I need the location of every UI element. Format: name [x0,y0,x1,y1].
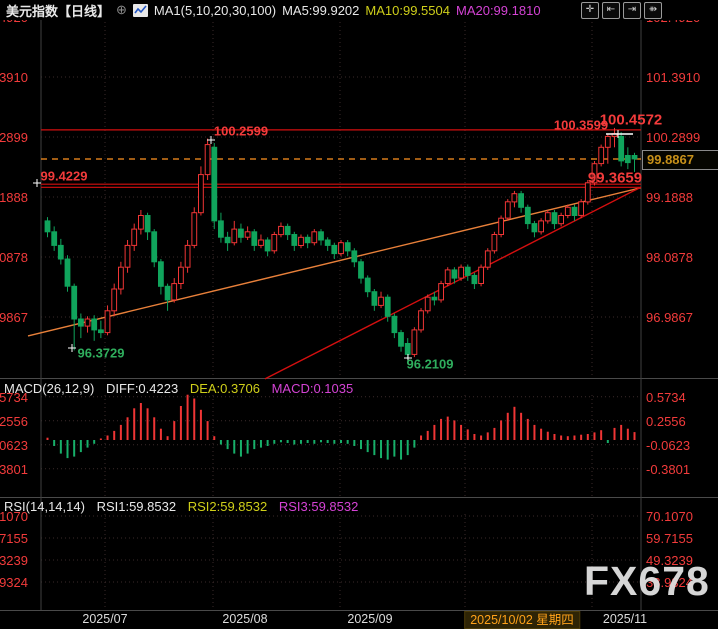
rsi-axis-label: 59.7155 [646,531,693,546]
rsi-axis-label-left: 38.9324 [0,575,28,590]
price-axis-label: 98.0878 [646,250,693,265]
price-annotation: 96.2109 [406,356,454,372]
time-label: 2025/08 [222,612,268,626]
price-annotation: 96.3729 [77,345,125,361]
price-axis-label-left: 98.0878 [0,250,28,265]
candles [44,127,638,360]
rsi-axis-label-left: 49.3239 [0,553,28,568]
rsi-axis-label: 70.1070 [646,509,693,524]
rsi3-value: RSI3:59.8532 [278,499,359,514]
macd-axis-label: 0.5734 [646,390,686,405]
chart-canvas[interactable] [0,0,718,629]
time-axis: 2025/07 2025/08 2025/09 2025/11 2025/10/… [0,611,718,629]
price-axis-label-left: 99.1888 [0,190,28,205]
rsi2-value: RSI2:59.8532 [187,499,268,514]
macd-axis-label: -0.3801 [646,462,691,477]
macd-params[interactable]: MACD(26,12,9) [4,381,94,396]
macd-diff-value: DIFF:0.4223 [105,381,179,396]
rsi-params[interactable]: RSI(14,14,14) [4,499,85,514]
price-axis-label-left: 100.2899 [0,130,28,145]
macd-panel-header: MACD(26,12,9) DIFF:0.4223 DEA:0.3706 MAC… [4,381,361,396]
time-label: 2025/09 [347,612,393,626]
price-annotation: 99.4229 [40,168,88,184]
macd-dea-value: DEA:0.3706 [189,381,260,396]
macd-axis-label: 0.2556 [646,414,686,429]
price-axis-label: 96.9867 [646,310,693,325]
pan-tool-icon[interactable]: ✛ [581,2,599,19]
go-latest-icon[interactable]: ⇻ [644,2,662,19]
price-annotation: 100.2599 [213,123,269,139]
price-axis-label-left: 101.3910 [0,70,28,85]
price-axis-label-left: 96.9867 [0,310,28,325]
time-label: 2025/11 [602,612,648,626]
time-label: 2025/07 [82,612,128,626]
price-axis-label: 100.2899 [646,130,701,145]
rsi-panel-header: RSI(14,14,14) RSI1:59.8532 RSI2:59.8532 … [4,499,366,514]
macd-axis-label-left: -0.3801 [0,462,28,477]
rsi1-value: RSI1:59.8532 [96,499,177,514]
trading-chart-app: 美元指数【日线】 ⊕ MA1(5,10,20,30,100) MA5:99.92… [0,0,718,629]
scale-compress-icon[interactable]: ⇤ [602,2,620,19]
ma-settings-label[interactable]: MA1(5,10,20,30,100) [154,3,276,18]
watermark-logo: FX678 [584,558,710,604]
price-axis-label: 101.3910 [646,70,701,85]
line-chart-icon[interactable] [132,3,148,17]
price-annotation: 100.4572 [599,111,663,129]
macd-hist-value: MACD:0.1035 [271,381,354,396]
crosshair-date-label: 2025/10/02 星期四 [464,611,580,629]
price-annotation: 99.3659 [587,169,643,187]
collapse-icon[interactable]: ⊕ [116,2,127,18]
current-price-tag: 99.8867 [642,150,718,170]
chart-toolbar: ✛ ⇤ ⇥ ⇻ [581,2,662,19]
ma10-value: MA10:99.5504 [365,2,450,18]
scale-expand-icon[interactable]: ⇥ [623,2,641,19]
ma20-value: MA20:99.1810 [455,2,541,18]
price-axis-label: 99.1888 [646,190,693,205]
symbol-title: 美元指数【日线】 [6,3,111,19]
rsi-axis-label-left: 59.7155 [0,531,28,546]
macd-axis-label-left: 0.2556 [0,414,28,429]
macd-axis-label: -0.0623 [646,438,691,453]
ma5-value: MA5:99.9202 [282,2,360,18]
macd-axis-label-left: -0.0623 [0,438,28,453]
